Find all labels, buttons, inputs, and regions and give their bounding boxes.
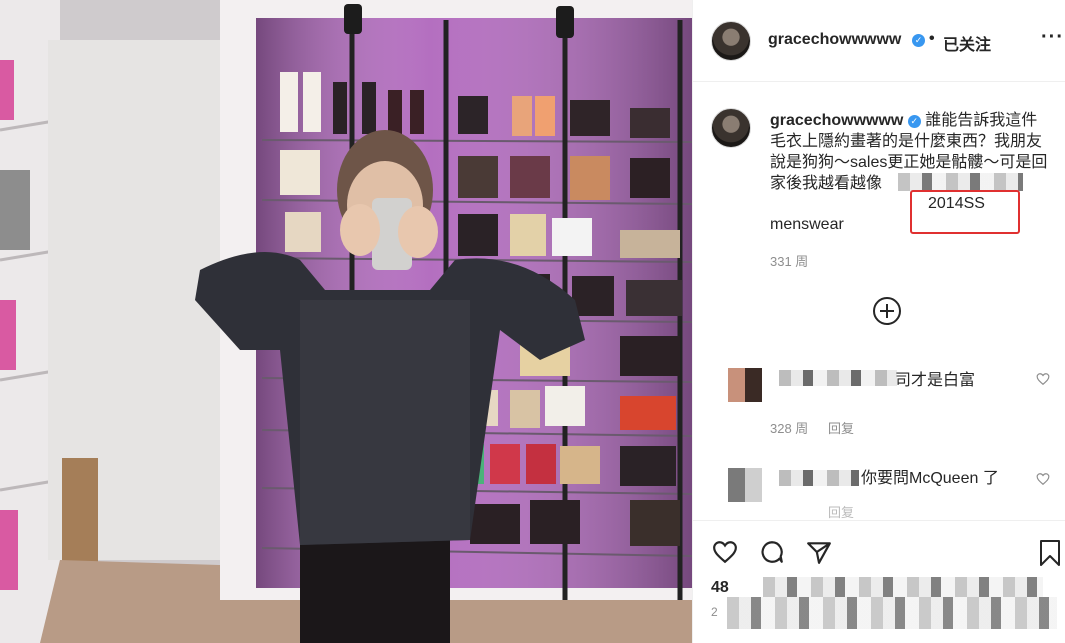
comment-time: 328 周 bbox=[770, 421, 809, 436]
commenter-avatar[interactable] bbox=[728, 468, 762, 502]
more-icon[interactable]: ··· bbox=[1041, 26, 1064, 49]
highlight-box: 2014SS bbox=[910, 190, 1020, 234]
author-avatar[interactable] bbox=[711, 21, 751, 61]
post-actions: 48 2 bbox=[693, 520, 1065, 643]
post-photo bbox=[0, 0, 692, 643]
redacted-area bbox=[898, 173, 1023, 191]
following-button[interactable]: 已关注 bbox=[943, 31, 991, 55]
comment-like-icon[interactable] bbox=[1036, 472, 1050, 486]
heart-icon[interactable] bbox=[711, 539, 739, 565]
caption-username[interactable]: gracechowwwww bbox=[770, 112, 903, 129]
caption-time: 331 周 bbox=[770, 254, 809, 269]
share-icon[interactable] bbox=[805, 539, 833, 565]
commenter-avatar[interactable] bbox=[728, 368, 762, 402]
redacted-likes bbox=[763, 577, 1043, 597]
redacted-username bbox=[779, 370, 897, 386]
comment-text: 你要問McQueen 了 bbox=[861, 470, 999, 487]
redacted-footer bbox=[727, 597, 1057, 629]
comment-text: 司才是白富 bbox=[895, 372, 976, 389]
caption-avatar[interactable] bbox=[711, 108, 751, 148]
post-header: gracechowwwww ✓ • 已关注 ··· bbox=[693, 0, 1065, 82]
post-panel: gracechowwwww ✓ • 已关注 ··· gracechowwwww … bbox=[692, 0, 1065, 643]
photo-illustration bbox=[0, 0, 692, 643]
highlight-text: 2014SS bbox=[928, 195, 985, 212]
reply-button[interactable]: 回复 bbox=[828, 502, 854, 521]
verified-icon: ✓ bbox=[912, 34, 925, 47]
likes-count[interactable]: 48 bbox=[711, 579, 729, 597]
separator-dot: • bbox=[929, 30, 935, 47]
caption-hashtag[interactable]: menswear bbox=[770, 216, 844, 234]
reply-button[interactable]: 回复 bbox=[828, 418, 854, 437]
bookmark-icon[interactable] bbox=[1038, 539, 1062, 567]
verified-icon: ✓ bbox=[907, 115, 921, 128]
post-age: 2 bbox=[711, 605, 718, 619]
comment-icon[interactable] bbox=[758, 539, 786, 565]
comment-like-icon[interactable] bbox=[1036, 372, 1050, 386]
author-username[interactable]: gracechowwwww bbox=[768, 31, 901, 49]
load-more-comments-button[interactable] bbox=[873, 297, 901, 325]
redacted-username bbox=[779, 470, 859, 486]
